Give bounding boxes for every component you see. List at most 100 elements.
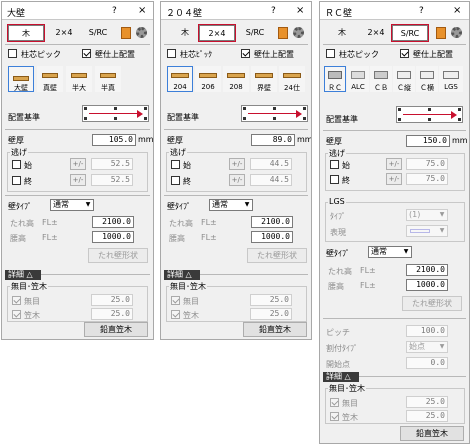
column-pick-checkbox[interactable] [8, 49, 17, 58]
nige-end-checkbox[interactable] [171, 176, 180, 185]
wall-finish-checkbox[interactable] [400, 49, 409, 58]
kasagi-checkbox[interactable] [12, 310, 21, 319]
wall-type-dropdown[interactable]: 通常 ▼ [368, 246, 412, 258]
pitch-input[interactable]: 100.0 [406, 325, 448, 337]
tare-shape-button[interactable]: たれ壁形状 [247, 248, 307, 263]
close-button[interactable]: × [453, 5, 461, 16]
nige-start-input[interactable]: 52.5 [91, 158, 133, 170]
help-button[interactable]: ? [112, 6, 117, 16]
wall-type-c-horizontal-icon[interactable]: Ｃ横 [416, 66, 438, 92]
split-type-dropdown[interactable]: 始点 ▼ [406, 341, 448, 353]
placement-base-arrow-icon[interactable] [82, 105, 149, 122]
column-pick-label: 柱芯ピック [339, 50, 379, 59]
nige-end-plus-minus-button[interactable]: +/- [70, 174, 86, 186]
wall-finish-checkbox[interactable] [241, 49, 250, 58]
wall-type-alc-icon[interactable]: ALC [347, 66, 369, 92]
start-point-input[interactable]: 0.0 [406, 357, 448, 369]
wall-type-ookabe-icon[interactable]: 大壁 [8, 66, 34, 92]
mume-checkbox[interactable] [330, 398, 339, 407]
mume-input[interactable]: 25.0 [91, 294, 133, 306]
details-toggle[interactable]: 詳細 △ [164, 270, 200, 280]
gear-icon[interactable] [451, 27, 462, 38]
help-button[interactable]: ? [419, 6, 424, 16]
nige-start-input[interactable]: 75.0 [406, 158, 448, 170]
gear-icon[interactable] [293, 27, 304, 38]
tare-shape-button[interactable]: たれ壁形状 [88, 248, 148, 263]
kasagi-checkbox[interactable] [330, 412, 339, 421]
help-button[interactable]: ? [271, 6, 276, 16]
tab-2x4[interactable]: 2×4 [360, 25, 392, 41]
wall-type-rc-icon[interactable]: ＲＣ [324, 66, 346, 92]
tare-height-input[interactable]: 2100.0 [92, 216, 134, 228]
kasagi-input[interactable]: 25.0 [250, 308, 292, 320]
koshi-fl-label: FL± [42, 233, 58, 242]
wall-type-204-icon[interactable]: 204 [167, 66, 193, 92]
lgs-type-dropdown[interactable]: (1) ▼ [406, 209, 448, 221]
book-icon[interactable] [121, 27, 131, 39]
kasagi-input[interactable]: 25.0 [406, 410, 448, 422]
thickness-input[interactable]: 150.0 [406, 135, 450, 147]
details-toggle[interactable]: 詳細 △ [323, 372, 359, 382]
mume-input[interactable]: 25.0 [406, 396, 448, 408]
nige-start-plus-minus-button[interactable]: +/- [386, 158, 402, 170]
book-icon[interactable] [278, 27, 288, 39]
nige-end-input[interactable]: 52.5 [91, 174, 133, 186]
vertical-kasagi-button[interactable]: 鉛直笠木 [243, 322, 307, 337]
wall-type-cb-icon[interactable]: ＣＢ [370, 66, 392, 92]
wall-type-lgs-icon[interactable]: LGS [439, 66, 463, 92]
mume-input[interactable]: 25.0 [250, 294, 292, 306]
nige-start-checkbox[interactable] [330, 160, 339, 169]
book-icon[interactable] [436, 27, 446, 39]
thickness-input[interactable]: 105.0 [92, 134, 136, 146]
placement-base-arrow-icon[interactable] [241, 105, 308, 122]
column-pick-checkbox[interactable] [167, 49, 176, 58]
details-toggle[interactable]: 詳細 △ [5, 270, 41, 280]
kasagi-input[interactable]: 25.0 [91, 308, 133, 320]
close-button[interactable]: × [138, 5, 146, 16]
nige-start-checkbox[interactable] [12, 160, 21, 169]
wall-type-206-icon[interactable]: 206 [195, 66, 221, 92]
tab-2x4[interactable]: 2×4 [48, 25, 80, 41]
mume-checkbox[interactable] [12, 296, 21, 305]
tab-s-rc[interactable]: S/RC [82, 25, 114, 41]
close-button[interactable]: × [296, 5, 304, 16]
tab-wood[interactable]: 木 [326, 25, 358, 41]
nige-start-input[interactable]: 44.5 [250, 158, 292, 170]
wall-type-dropdown[interactable]: 通常 ▼ [209, 199, 253, 211]
koshi-height-input[interactable]: 1000.0 [406, 279, 448, 291]
nige-end-plus-minus-button[interactable]: +/- [386, 173, 402, 185]
wall-type-shinkabe-icon[interactable]: 真壁 [37, 66, 63, 92]
wall-type-hanshin-icon[interactable]: 半真 [95, 66, 121, 92]
vertical-kasagi-button[interactable]: 鉛直笠木 [400, 426, 464, 441]
tare-height-input[interactable]: 2100.0 [406, 264, 448, 276]
thickness-input[interactable]: 89.0 [251, 134, 295, 146]
mume-checkbox[interactable] [171, 296, 180, 305]
wall-type-dropdown[interactable]: 通常 ▼ [50, 199, 94, 211]
nige-start-plus-minus-button[interactable]: +/- [70, 158, 86, 170]
wall-type-208-icon[interactable]: 208 [223, 66, 249, 92]
nige-start-plus-minus-button[interactable]: +/- [229, 158, 245, 170]
wall-finish-checkbox[interactable] [82, 49, 91, 58]
nige-end-checkbox[interactable] [330, 175, 339, 184]
vertical-kasagi-button[interactable]: 鉛直笠木 [84, 322, 148, 337]
tab-s-rc[interactable]: S/RC [239, 25, 271, 41]
nige-start-checkbox[interactable] [171, 160, 180, 169]
nige-end-plus-minus-button[interactable]: +/- [229, 174, 245, 186]
tare-height-input[interactable]: 2100.0 [251, 216, 293, 228]
wall-type-24shi-icon[interactable]: 24仕 [279, 66, 305, 92]
lgs-surface-dropdown[interactable]: ▼ [406, 225, 448, 237]
wall-type-handai-icon[interactable]: 半大 [66, 66, 92, 92]
gear-icon[interactable] [136, 27, 147, 38]
tare-shape-button[interactable]: たれ壁形状 [402, 296, 462, 311]
koshi-height-input[interactable]: 1000.0 [251, 231, 293, 243]
nige-end-input[interactable]: 75.0 [406, 173, 448, 185]
column-pick-checkbox[interactable] [326, 49, 335, 58]
lgs-surface-label: 表現 [330, 228, 346, 237]
wall-type-kaiheki-icon[interactable]: 界壁 [251, 66, 277, 92]
wall-type-c-vertical-icon[interactable]: Ｃ縦 [393, 66, 415, 92]
placement-base-arrow-icon[interactable] [396, 106, 463, 123]
kasagi-checkbox[interactable] [171, 310, 180, 319]
koshi-height-input[interactable]: 1000.0 [92, 231, 134, 243]
nige-end-checkbox[interactable] [12, 176, 21, 185]
nige-end-input[interactable]: 44.5 [250, 174, 292, 186]
